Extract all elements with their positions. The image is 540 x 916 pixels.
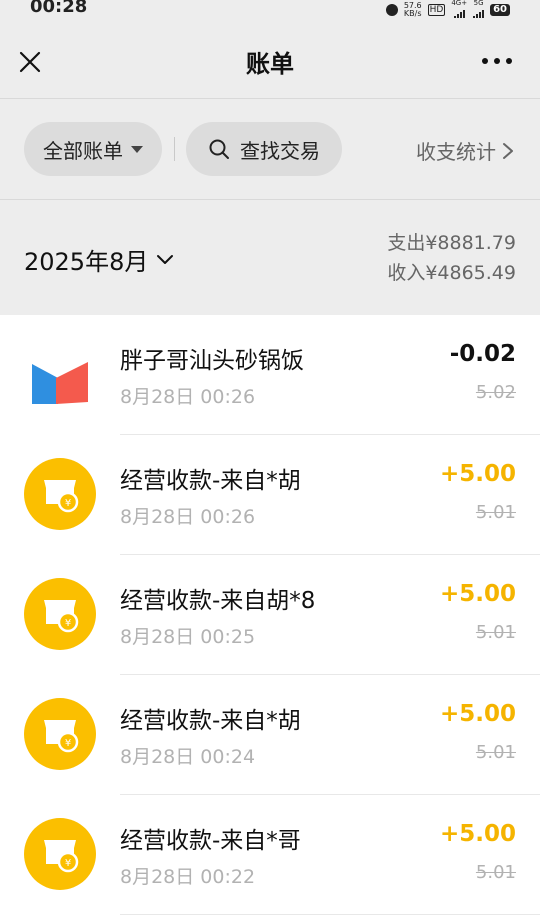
- income-total: 收入¥4865.49: [387, 262, 516, 284]
- store-coin-icon: ¥: [24, 578, 96, 650]
- transaction-name: 经营收款-来自胡*8: [120, 588, 316, 614]
- transaction-original-amount: 5.02: [475, 382, 516, 403]
- transaction-name: 经营收款-来自*胡: [120, 708, 301, 734]
- search-transactions-button[interactable]: 查找交易: [186, 122, 342, 176]
- svg-text:¥: ¥: [65, 498, 71, 509]
- transaction-original-amount: 5.01: [475, 862, 516, 883]
- signal-5g-icon: 5G: [473, 0, 485, 19]
- caret-down-icon: [131, 145, 143, 153]
- svg-text:¥: ¥: [65, 738, 71, 749]
- store-coin-icon: ¥: [24, 458, 96, 530]
- transaction-original-amount: 5.01: [475, 622, 516, 643]
- transaction-amount: +5.00: [439, 581, 516, 607]
- alarm-icon: [385, 3, 398, 16]
- merchant-logo-icon: [32, 362, 88, 404]
- status-icons: 57.6 KB/s HD 4G+ 5G 60: [385, 0, 510, 19]
- more-icon[interactable]: [482, 58, 512, 64]
- month-selector[interactable]: 2025年8月: [24, 242, 174, 277]
- hd-icon: HD: [427, 3, 446, 16]
- transaction-name: 经营收款-来自*胡: [120, 468, 301, 494]
- month-label: 2025年8月: [24, 248, 149, 276]
- svg-text:¥: ¥: [65, 618, 71, 629]
- chevron-right-icon: [503, 142, 513, 159]
- row-divider: [120, 914, 540, 915]
- status-time: 00:28: [30, 0, 88, 17]
- month-header: 2025年8月 支出¥8881.79 收入¥4865.49: [0, 200, 540, 315]
- transaction-row[interactable]: ¥ 经营收款-来自*胡 8月28日 00:26 +5.00 5.01: [0, 435, 540, 555]
- transaction-row[interactable]: 胖子哥汕头砂锅饭 8月28日 00:26 -0.02 5.02: [0, 315, 540, 435]
- transaction-list: 胖子哥汕头砂锅饭 8月28日 00:26 -0.02 5.02 ¥ 经营收款-来…: [0, 315, 540, 916]
- status-bar: 00:28 57.6 KB/s HD 4G+ 5G 60: [0, 0, 540, 19]
- transaction-amount: +5.00: [439, 821, 516, 847]
- chevron-down-icon: [157, 254, 174, 264]
- all-bills-dropdown[interactable]: 全部账单: [24, 122, 162, 176]
- filter-bar: 全部账单 查找交易 收支统计: [0, 99, 540, 199]
- stats-link[interactable]: 收支统计: [416, 136, 514, 165]
- store-coin-icon: ¥: [24, 818, 96, 890]
- search-icon: [209, 139, 229, 159]
- transaction-row[interactable]: ¥ 经营收款-来自胡*8 8月28日 00:25 +5.00 5.01: [0, 555, 540, 675]
- search-label: 查找交易: [240, 138, 320, 163]
- stats-label: 收支统计: [416, 140, 496, 164]
- transaction-original-amount: 5.01: [475, 742, 516, 763]
- svg-text:¥: ¥: [65, 858, 71, 869]
- net-speed: 57.6 KB/s: [403, 0, 422, 18]
- expense-total: 支出¥8881.79: [387, 232, 516, 254]
- battery-icon: 60: [490, 3, 510, 16]
- month-totals: 支出¥8881.79 收入¥4865.49: [387, 228, 516, 288]
- page-title: 账单: [246, 50, 294, 78]
- transaction-amount: -0.02: [449, 341, 516, 367]
- nav-bar: 账单: [0, 18, 540, 98]
- transaction-row[interactable]: ¥ 经营收款-来自*胡 8月28日 00:24 +5.00 5.01: [0, 675, 540, 795]
- transaction-row[interactable]: ¥ 经营收款-来自*哥 8月28日 00:22 +5.00 5.01: [0, 795, 540, 915]
- transaction-time: 8月28日 00:24: [120, 746, 256, 768]
- transaction-time: 8月28日 00:25: [120, 626, 256, 648]
- transaction-amount: +5.00: [439, 701, 516, 727]
- transaction-time: 8月28日 00:26: [120, 386, 256, 408]
- store-coin-icon: ¥: [24, 698, 96, 770]
- filter-separator: [174, 137, 175, 161]
- transaction-amount: +5.00: [439, 461, 516, 487]
- transaction-original-amount: 5.01: [475, 502, 516, 523]
- all-bills-label: 全部账单: [43, 138, 123, 163]
- transaction-time: 8月28日 00:26: [120, 506, 256, 528]
- transaction-time: 8月28日 00:22: [120, 866, 256, 888]
- transaction-name: 胖子哥汕头砂锅饭: [120, 348, 304, 374]
- transaction-name: 经营收款-来自*哥: [120, 828, 301, 854]
- signal-4g-icon: 4G+: [451, 0, 467, 19]
